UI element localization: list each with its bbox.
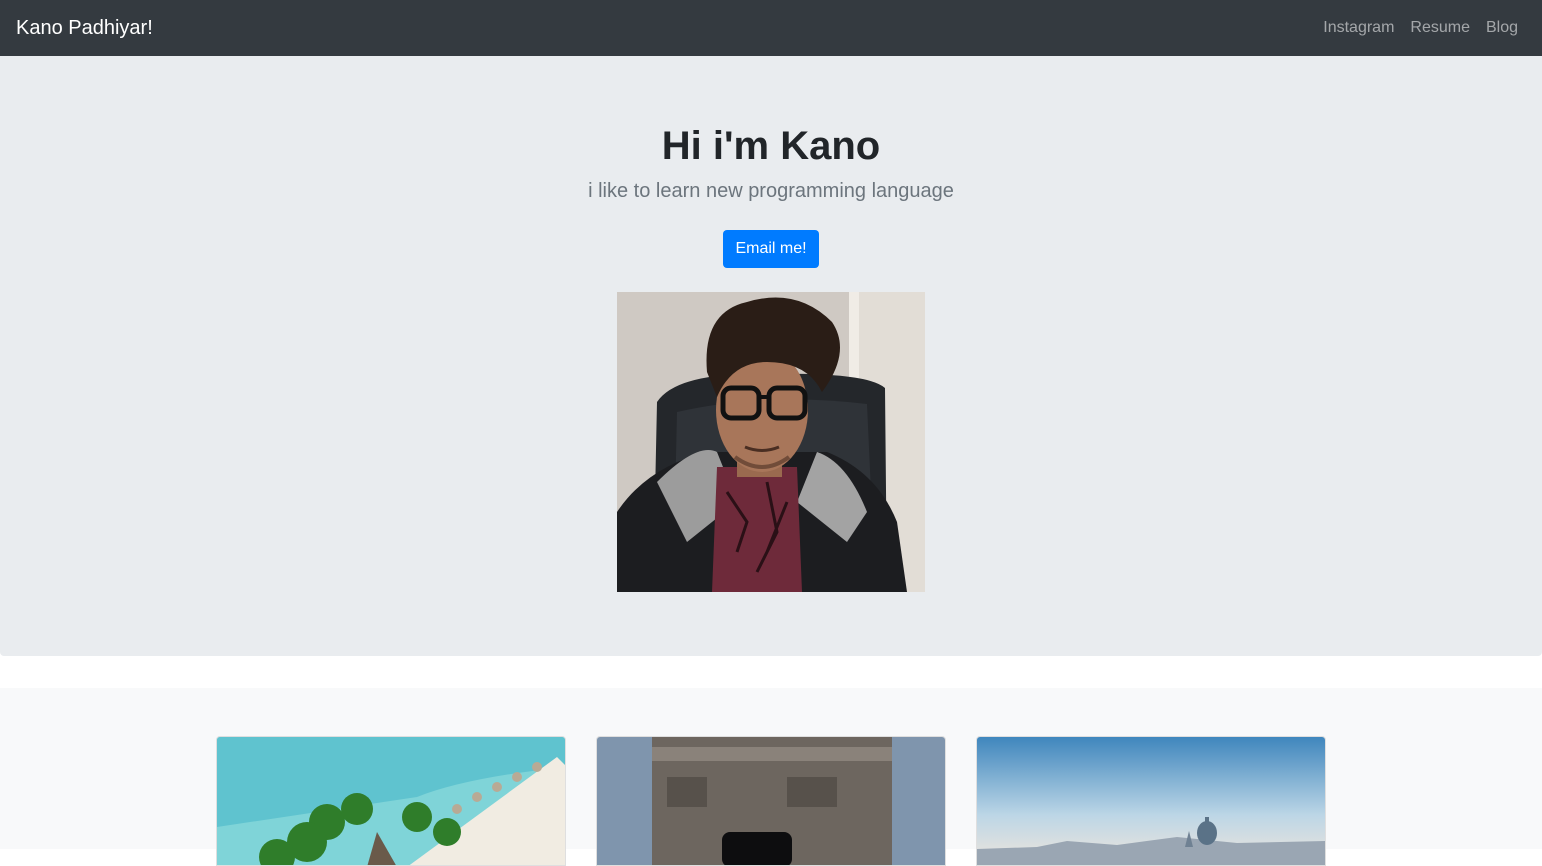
nav-link-instagram[interactable]: Instagram: [1323, 19, 1394, 37]
card-arch[interactable]: [596, 736, 946, 866]
profile-photo: [617, 292, 925, 592]
brand-link[interactable]: Kano Padhiyar!: [16, 18, 153, 38]
nav-links: Instagram Resume Blog: [1323, 19, 1526, 37]
card-city[interactable]: [976, 736, 1326, 866]
album-section: [0, 688, 1542, 866]
hero-lead: i like to learn new programming language: [588, 180, 954, 202]
arch-image: [597, 737, 945, 865]
city-image: [977, 737, 1325, 865]
nav-link-resume[interactable]: Resume: [1410, 19, 1470, 37]
card-beach[interactable]: [216, 736, 566, 866]
hero-section: Hi i'm Kano i like to learn new programm…: [0, 56, 1542, 656]
beach-image: [217, 737, 565, 865]
hero-title: Hi i'm Kano: [661, 124, 881, 168]
navbar: Kano Padhiyar! Instagram Resume Blog: [0, 0, 1542, 56]
nav-link-blog[interactable]: Blog: [1486, 19, 1518, 37]
email-button[interactable]: Email me!: [723, 230, 819, 268]
